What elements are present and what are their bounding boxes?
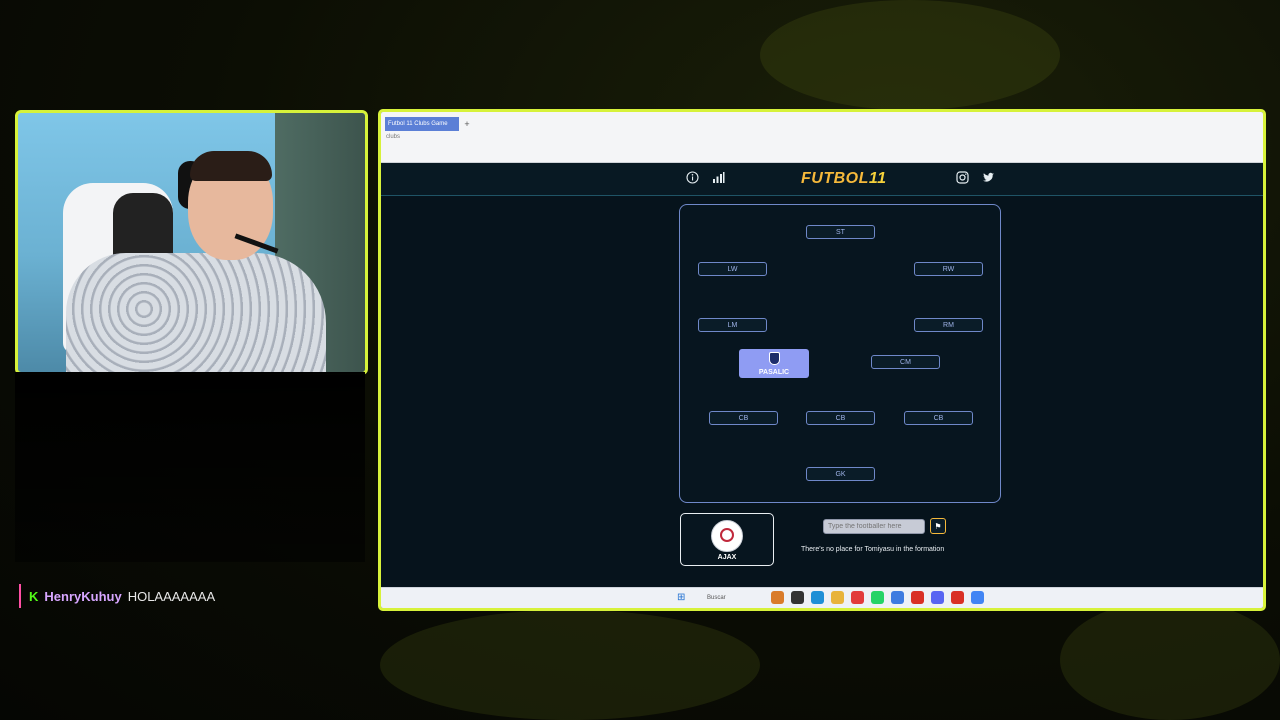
windows-start-icon[interactable]: ⊞ xyxy=(677,593,687,603)
taskbar-app-icon[interactable] xyxy=(971,591,984,604)
info-icon[interactable] xyxy=(685,171,699,185)
position-gk[interactable]: GK xyxy=(806,467,875,481)
position-lm[interactable]: LM xyxy=(698,318,767,332)
site-header: FUTBOL11 xyxy=(381,163,1263,196)
logo-main: FUTBOL xyxy=(801,170,869,187)
taskbar-app-icon[interactable] xyxy=(891,591,904,604)
position-cb-right[interactable]: CB xyxy=(904,411,973,425)
position-rw[interactable]: RW xyxy=(914,262,983,276)
formation-pitch: ST LW RW LM RM PASALIC CM CB CB CB GK xyxy=(679,204,1001,503)
logo-accent: 11 xyxy=(868,170,887,187)
current-club-card: AJAX xyxy=(680,513,774,566)
taskbar-app-icon[interactable] xyxy=(831,591,844,604)
shared-screen: Futbol 11 Clubs Game + clubs FUTBOL11 ST… xyxy=(378,109,1266,611)
position-rm[interactable]: RM xyxy=(914,318,983,332)
webcam-shadow xyxy=(15,372,365,562)
position-cb-left[interactable]: CB xyxy=(709,411,778,425)
webcam-feed xyxy=(15,110,368,375)
taskbar-app-icon[interactable] xyxy=(951,591,964,604)
position-cm[interactable]: CM xyxy=(871,355,940,369)
position-st[interactable]: ST xyxy=(806,225,875,239)
taskbar-apps xyxy=(771,591,984,604)
ajax-logo-icon xyxy=(711,520,743,552)
flag-icon[interactable]: ⚑ xyxy=(930,518,946,534)
player-name: PASALIC xyxy=(758,369,790,376)
browser-tab[interactable]: Futbol 11 Clubs Game xyxy=(385,117,459,131)
position-lw[interactable]: LW xyxy=(698,262,767,276)
club-name: AJAX xyxy=(717,554,737,561)
feedback-message: There's no place for Tomiyasu in the for… xyxy=(801,546,945,553)
background-foliage xyxy=(380,610,760,720)
address-text[interactable]: clubs xyxy=(386,134,400,140)
kick-badge-icon: K xyxy=(29,588,39,604)
instagram-icon[interactable] xyxy=(955,171,969,185)
footballer-input[interactable] xyxy=(823,519,925,534)
streamer-hair xyxy=(190,151,272,181)
taskbar-app-icon[interactable] xyxy=(771,591,784,604)
taskbar-app-icon[interactable] xyxy=(851,591,864,604)
background-foliage xyxy=(760,0,1060,110)
club-crest-icon xyxy=(769,352,780,365)
filled-player-card[interactable]: PASALIC xyxy=(739,349,809,378)
twitter-icon[interactable] xyxy=(981,171,995,185)
chat-message: K HenryKuhuy HOLAAAAAAA xyxy=(19,584,215,608)
background-foliage xyxy=(1060,600,1280,720)
chat-username: HenryKuhuy xyxy=(44,588,122,604)
taskbar-app-icon[interactable] xyxy=(931,591,944,604)
taskbar-app-icon[interactable] xyxy=(811,591,824,604)
taskbar-app-icon[interactable] xyxy=(871,591,884,604)
stats-icon[interactable] xyxy=(711,171,725,185)
chat-text: HOLAAAAAAA xyxy=(127,588,216,604)
taskbar-app-icon[interactable] xyxy=(791,591,804,604)
position-cb-center[interactable]: CB xyxy=(806,411,875,425)
new-tab-button[interactable]: + xyxy=(461,118,473,130)
windows-taskbar: ⊞ Buscar xyxy=(381,587,1263,608)
taskbar-app-icon[interactable] xyxy=(911,591,924,604)
site-logo[interactable]: FUTBOL11 xyxy=(801,170,886,188)
streamer-body xyxy=(66,253,326,372)
taskbar-search[interactable]: Buscar xyxy=(693,591,763,605)
browser-chrome: Futbol 11 Clubs Game + clubs xyxy=(381,112,1263,163)
